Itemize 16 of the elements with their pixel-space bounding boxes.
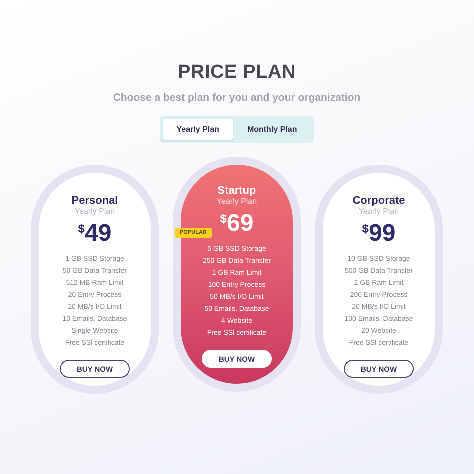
page-title: PRICE PLAN	[178, 62, 296, 84]
currency-sign: $	[78, 222, 85, 236]
currency-sign: $	[220, 212, 227, 226]
plan-name: Startup	[218, 185, 256, 197]
plan-period: Yearly Plan	[74, 207, 116, 216]
currency-sign: $	[362, 222, 369, 236]
plan-period: Yearly Plan	[358, 207, 400, 216]
plan-price: 69	[226, 210, 254, 238]
plan-period: Yearly Plan	[216, 197, 258, 206]
plan-tab[interactable]: Monthly Plan	[233, 119, 312, 140]
plan-name: Personal	[72, 195, 118, 207]
plan-tab[interactable]: Yearly Plan	[162, 119, 234, 140]
plan-price: 99	[368, 220, 396, 248]
page-subtitle: Choose a best plan for you and your organization	[113, 92, 361, 104]
plan-price: 49	[84, 220, 112, 248]
plan-name: Corporate	[352, 195, 406, 207]
